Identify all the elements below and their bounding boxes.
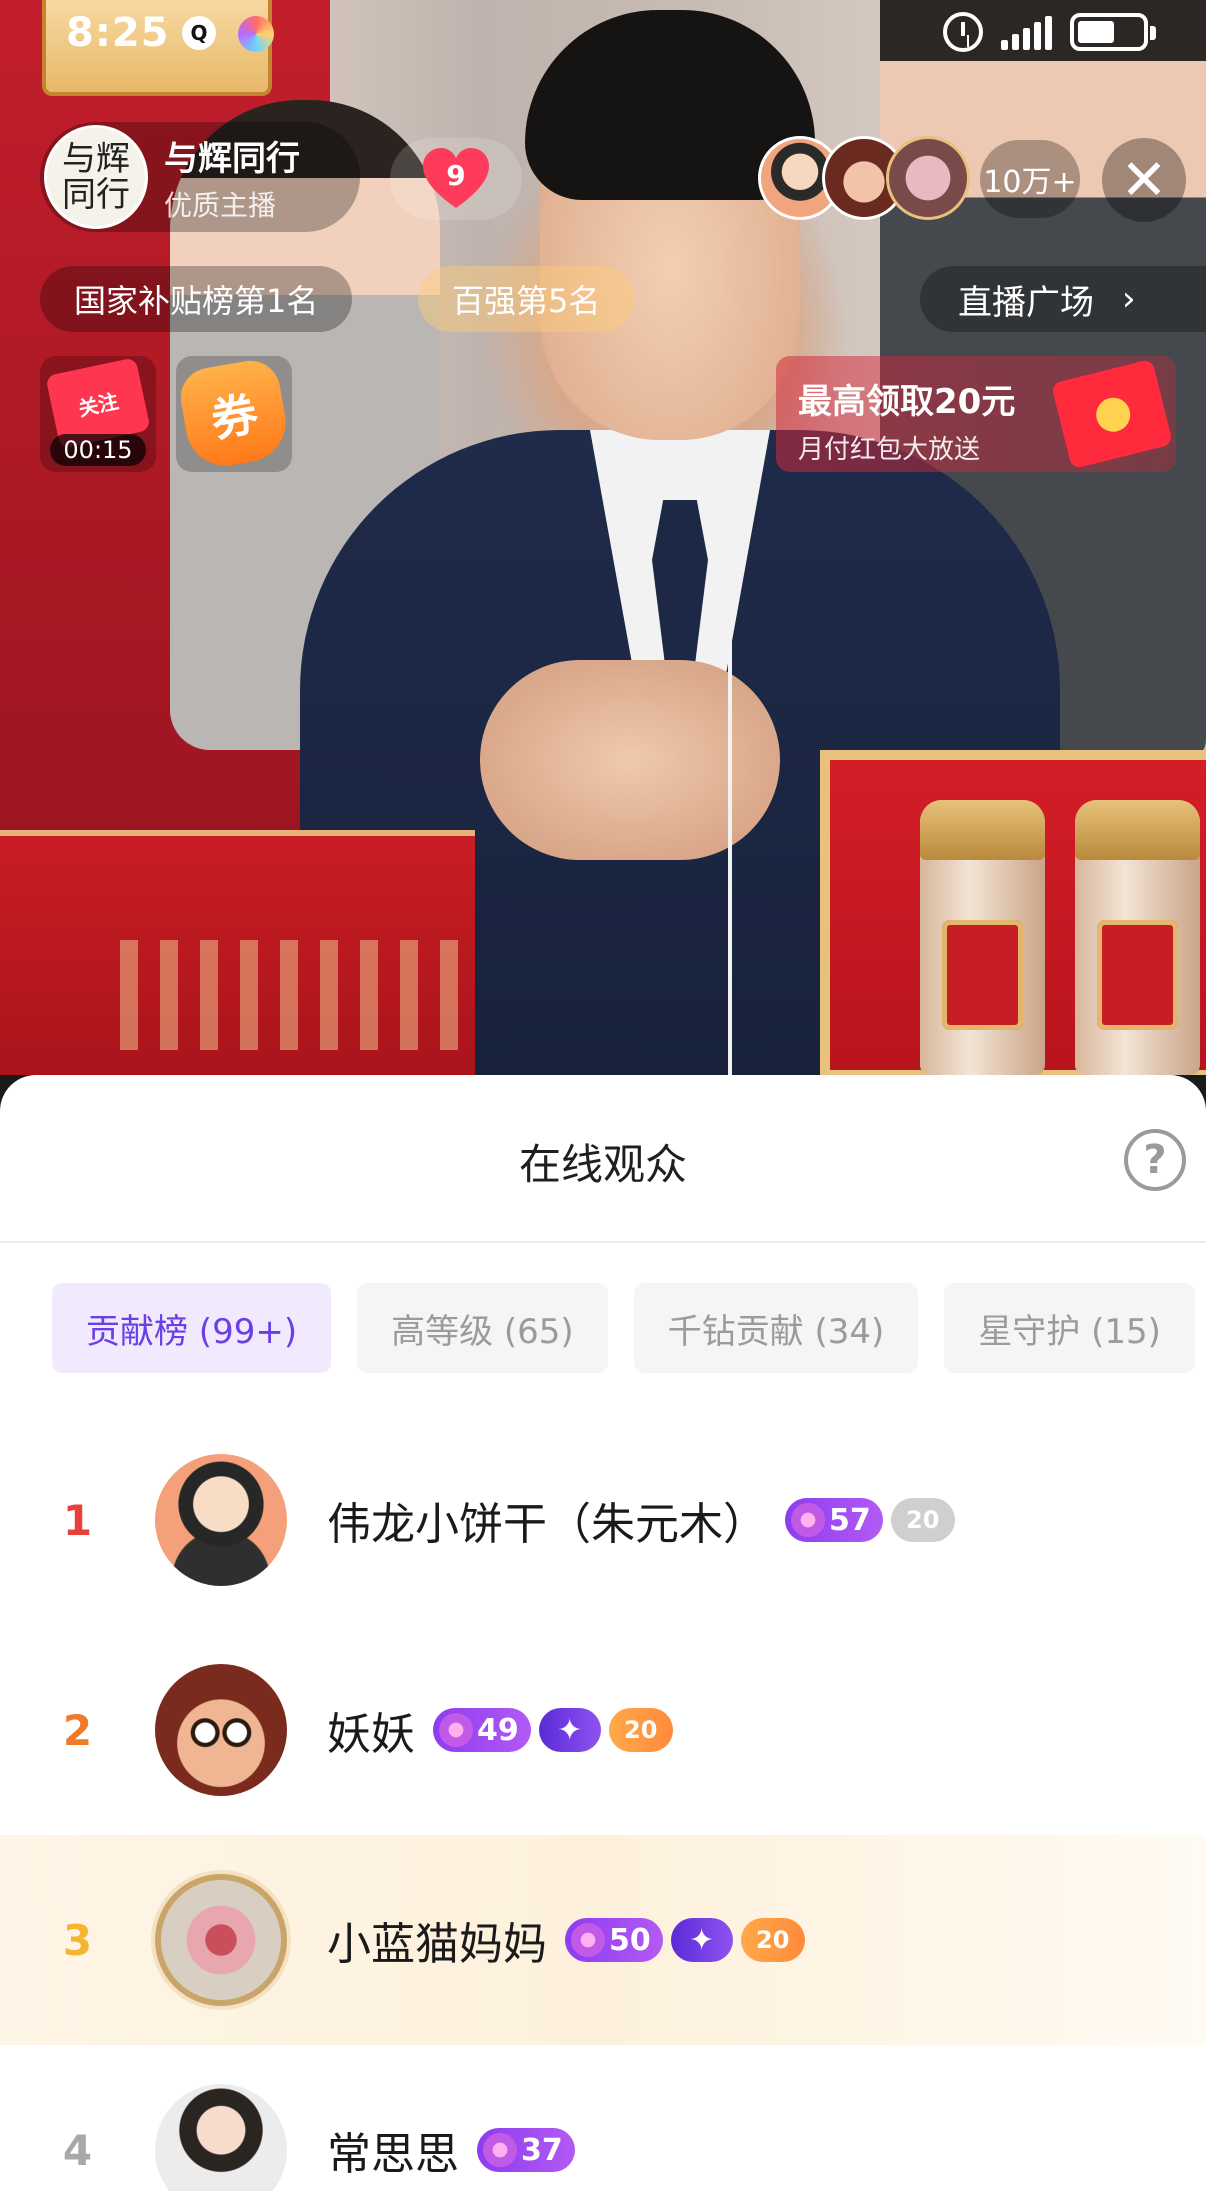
rank-number: 2 — [62, 1705, 93, 1755]
status-time: 8:25 — [66, 10, 170, 56]
sheet-title: 在线观众 — [518, 1140, 687, 1189]
tab-star-guardian[interactable]: 星守护 (15) — [944, 1283, 1195, 1373]
list-item[interactable]: 1 伟龙小饼干（朱元木） 57 20 — [0, 1415, 1206, 1625]
app-notification-icon — [238, 16, 274, 52]
video-jar — [1075, 800, 1200, 1075]
list-item[interactable]: 4 常思思 37 — [0, 2045, 1206, 2191]
countdown-timer: 00:15 — [50, 434, 146, 466]
heart-count: 9 — [446, 158, 466, 192]
help-icon[interactable]: ? — [1124, 1129, 1186, 1191]
level-value: 57 — [829, 1502, 871, 1538]
host-subtitle: 优质主播 — [164, 188, 277, 222]
video-jar — [920, 800, 1045, 1075]
rank-number: 1 — [62, 1495, 93, 1545]
tab-high-level[interactable]: 高等级 (65) — [357, 1283, 608, 1373]
viewer-count-button[interactable]: 10万+ — [980, 140, 1080, 218]
battery-icon — [1070, 13, 1156, 51]
level-badge: 37 — [477, 2128, 575, 2172]
audience-list: 1 伟龙小饼干（朱元木） 57 20 2 妖妖 49 ✦ 20 3 小蓝猫妈妈 … — [0, 1415, 1206, 2191]
live-plaza-label: 直播广场 — [958, 282, 1094, 323]
star-guardian-badge: ✦ — [670, 1918, 733, 1962]
top-viewer-avatars[interactable] — [758, 136, 970, 220]
coupon-widget[interactable]: 券 — [176, 356, 292, 472]
avatar[interactable] — [886, 136, 970, 220]
signal-icon — [1001, 14, 1052, 50]
list-item[interactable]: 2 妖妖 49 ✦ 20 — [0, 1625, 1206, 1835]
subsidy-rank-tag[interactable]: 国家补贴榜第1名 — [40, 266, 353, 332]
video-gift-box-pattern — [120, 940, 460, 1050]
user-name: 小蓝猫妈妈 — [327, 1919, 547, 1970]
level-value: 37 — [521, 2132, 563, 2168]
fan-badge: 20 — [890, 1498, 955, 1542]
chevron-right-icon: › — [1122, 279, 1136, 319]
qq-icon: Q — [182, 16, 216, 50]
gem-icon — [571, 1923, 605, 1957]
tab-contribution[interactable]: 贡献榜 (99+) — [52, 1283, 332, 1373]
avatar[interactable] — [155, 1874, 287, 2006]
status-icons — [943, 12, 1156, 52]
gem-icon — [791, 1503, 825, 1537]
tab-diamond-contribution[interactable]: 千钻贡献 (34) — [633, 1283, 919, 1373]
star-guardian-badge: ✦ — [538, 1708, 601, 1752]
close-icon[interactable]: ✕ — [1102, 138, 1186, 222]
gem-icon — [439, 1713, 473, 1747]
user-name: 伟龙小饼干（朱元木） — [327, 1499, 767, 1550]
gem-icon — [483, 2133, 517, 2167]
host-avatar[interactable]: 与辉 同行 — [44, 125, 148, 229]
heart-icon: 9 — [423, 148, 489, 210]
level-badge: 50 — [565, 1918, 663, 1962]
user-name: 妖妖 — [327, 1709, 415, 1760]
rank-number: 3 — [62, 1915, 93, 1965]
divider — [0, 1241, 1206, 1243]
fan-club-button[interactable]: 9 — [390, 138, 522, 220]
avatar[interactable] — [155, 2084, 287, 2191]
video-mic-cable — [728, 615, 732, 1075]
coupon-icon: 券 — [176, 356, 292, 472]
video-host-hands — [480, 660, 780, 860]
online-audience-sheet: 在线观众 ? 贡献榜 (99+) 高等级 (65) 千钻贡献 (34) 星守护 … — [0, 1075, 1206, 2191]
user-name: 常思思 — [327, 2129, 459, 2180]
top100-rank-tag[interactable]: 百强第5名 — [418, 266, 635, 332]
level-badge: 49 — [433, 1708, 531, 1752]
fan-badge: 20 — [740, 1918, 805, 1962]
fan-badge: 20 — [608, 1708, 673, 1752]
rank-number: 4 — [62, 2125, 93, 2175]
level-badge: 57 — [785, 1498, 883, 1542]
alarm-icon — [943, 12, 983, 52]
live-plaza-button[interactable]: 直播广场 › — [920, 266, 1206, 332]
level-value: 50 — [609, 1922, 651, 1958]
level-value: 49 — [477, 1712, 519, 1748]
host-name: 与辉同行 — [164, 138, 300, 179]
list-item[interactable]: 3 小蓝猫妈妈 50 ✦ 20 — [0, 1835, 1206, 2045]
audience-tabs: 贡献榜 (99+) 高等级 (65) 千钻贡献 (34) 星守护 (15) — [52, 1283, 1195, 1373]
avatar[interactable] — [155, 1664, 287, 1796]
host-info[interactable]: 与辉 同行 与辉同行 优质主播 — [40, 122, 360, 232]
follow-reward-widget[interactable]: 关注 00:15 — [40, 356, 156, 472]
avatar[interactable] — [155, 1454, 287, 1586]
red-packet-banner[interactable]: 最高领取20元 月付红包大放送 — [776, 356, 1176, 472]
